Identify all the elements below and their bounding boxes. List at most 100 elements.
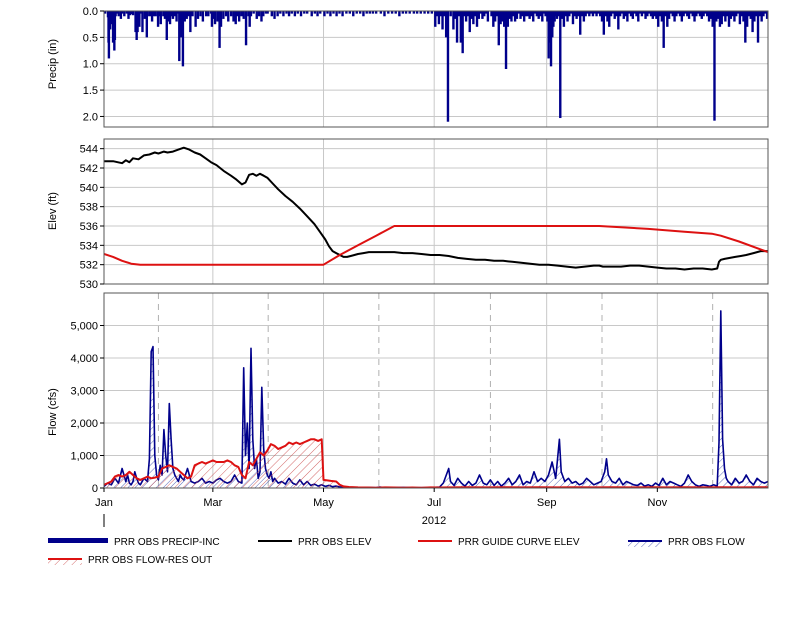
precip-bar xyxy=(199,11,202,17)
precip-bar xyxy=(310,11,313,17)
precip-bar xyxy=(449,11,452,17)
y-tick-label: 536 xyxy=(80,221,98,233)
precip-bar xyxy=(398,11,401,17)
precip-bar xyxy=(273,11,276,19)
y-tick-label: 544 xyxy=(80,144,98,156)
precip-bar xyxy=(207,11,210,17)
y-tick-label: 1.0 xyxy=(83,59,98,71)
y-tick-label: 532 xyxy=(80,260,98,272)
precip-bar xyxy=(335,11,338,17)
legend-item: PRR GUIDE CURVE ELEV xyxy=(418,537,580,548)
precip-bar xyxy=(662,11,665,48)
precip-bar xyxy=(262,11,265,17)
precip-y-label: Precip (in) xyxy=(47,39,59,89)
precip-bar xyxy=(461,11,464,54)
legend-item: PRR OBS ELEV xyxy=(258,537,372,548)
precip-bar xyxy=(141,11,144,33)
y-tick-label: 530 xyxy=(80,279,98,291)
precip-bar xyxy=(123,11,126,17)
precip-bar xyxy=(323,11,326,17)
legend-label: PRR OBS PRECIP-INC xyxy=(114,537,220,548)
y-tick-label: 0.0 xyxy=(83,6,98,18)
precip-bar xyxy=(249,11,253,17)
precip-bar xyxy=(316,11,319,17)
precip-bar xyxy=(146,11,149,17)
x-tick-label: Sep xyxy=(537,497,557,509)
y-tick-label: 3,000 xyxy=(70,386,98,398)
precip-bar xyxy=(131,11,135,16)
precip-bar xyxy=(446,11,450,122)
precip-bar xyxy=(196,11,200,19)
precip-panel: 0.0 0.5 1.0 1.5 2.0 Precip (in) xyxy=(47,6,769,128)
precip-bar xyxy=(293,11,297,17)
elev-plot-area xyxy=(104,139,768,284)
legend-label: PRR GUIDE CURVE ELEV xyxy=(458,537,580,548)
precip-bar xyxy=(341,11,344,17)
precip-bar xyxy=(224,11,228,17)
year-label: 2012 xyxy=(422,515,446,527)
x-axis: Jan Mar May Jul Sep Nov xyxy=(95,488,668,509)
y-tick-label: 538 xyxy=(80,202,98,214)
precip-bar xyxy=(559,11,562,119)
precip-bar xyxy=(191,11,194,17)
x-tick-label: May xyxy=(313,497,334,509)
flow-y-label: Flow (cfs) xyxy=(47,388,59,436)
precip-bar xyxy=(159,11,162,25)
legend: PRR OBS PRECIP-INC PRR OBS ELEV PRR GUIDE … xyxy=(48,537,745,566)
y-tick-label: 1,000 xyxy=(70,451,98,463)
y-tick-label: 0 xyxy=(92,483,98,495)
precip-bar xyxy=(201,11,205,22)
legend-item: PRR OBS FLOW xyxy=(628,537,745,548)
legend-label: PRR OBS FLOW-RES OUT xyxy=(88,555,212,566)
y-tick-label: 0.5 xyxy=(83,32,98,44)
precip-bar xyxy=(383,11,386,17)
precip-bar xyxy=(257,11,261,17)
elev-y-ticks: 530 532 534 536 538 540 542 544 xyxy=(80,144,104,291)
y-tick-label: 534 xyxy=(80,240,98,252)
legend-item: PRR OBS FLOW-RES OUT xyxy=(48,555,212,566)
precip-bar xyxy=(352,11,355,17)
precip-bar xyxy=(222,11,225,19)
y-tick-label: 1.5 xyxy=(83,85,98,97)
flow-y-ticks: 0 1,000 2,000 3,000 4,000 5,000 xyxy=(70,321,104,495)
precip-bar xyxy=(154,11,157,17)
precip-bar xyxy=(713,11,716,121)
precip-bar xyxy=(189,11,192,33)
precip-bar xyxy=(242,11,245,19)
precip-bar xyxy=(287,11,291,17)
precip-bar xyxy=(237,11,241,22)
precip-bar xyxy=(276,11,279,17)
precip-bar xyxy=(282,11,285,17)
y-tick-label: 5,000 xyxy=(70,321,98,333)
legend-label: PRR OBS FLOW xyxy=(668,537,745,548)
hydrology-chart: 0.0 0.5 1.0 1.5 2.0 Precip (in) 530 532 534 536… xyxy=(47,6,769,566)
elev-panel: 530 532 534 536 538 540 542 544 Elev (ft) xyxy=(47,138,769,291)
x-tick-label: Jan xyxy=(95,497,113,509)
precip-bar xyxy=(227,11,230,22)
precip-bar xyxy=(117,11,120,17)
elev-y-label: Elev (ft) xyxy=(47,192,59,230)
precip-bar xyxy=(244,11,248,46)
x-tick-label: Nov xyxy=(648,497,668,509)
x-tick-label: Jul xyxy=(427,497,441,509)
precip-bar xyxy=(229,11,233,17)
legend-swatch xyxy=(48,538,108,543)
precip-bar xyxy=(299,11,303,17)
precip-bar xyxy=(255,11,258,19)
precip-bar xyxy=(204,11,208,17)
precip-bar xyxy=(362,11,365,17)
precip-plot-area xyxy=(104,11,768,127)
y-tick-label: 540 xyxy=(80,182,98,194)
x-tick-label: Mar xyxy=(203,497,222,509)
precip-bar xyxy=(213,11,217,25)
legend-item: PRR OBS PRECIP-INC xyxy=(48,537,220,548)
y-tick-label: 542 xyxy=(80,163,98,175)
precip-bar xyxy=(329,11,332,17)
flow-panel: 0 1,000 2,000 3,000 4,000 5,000 Flow (cfs) xyxy=(47,292,769,495)
precip-bar xyxy=(232,11,235,22)
precip-bar xyxy=(219,11,223,27)
precip-bar xyxy=(270,11,274,17)
precip-bar xyxy=(194,11,197,27)
precip-bar xyxy=(240,11,243,17)
y-tick-label: 4,000 xyxy=(70,353,98,365)
